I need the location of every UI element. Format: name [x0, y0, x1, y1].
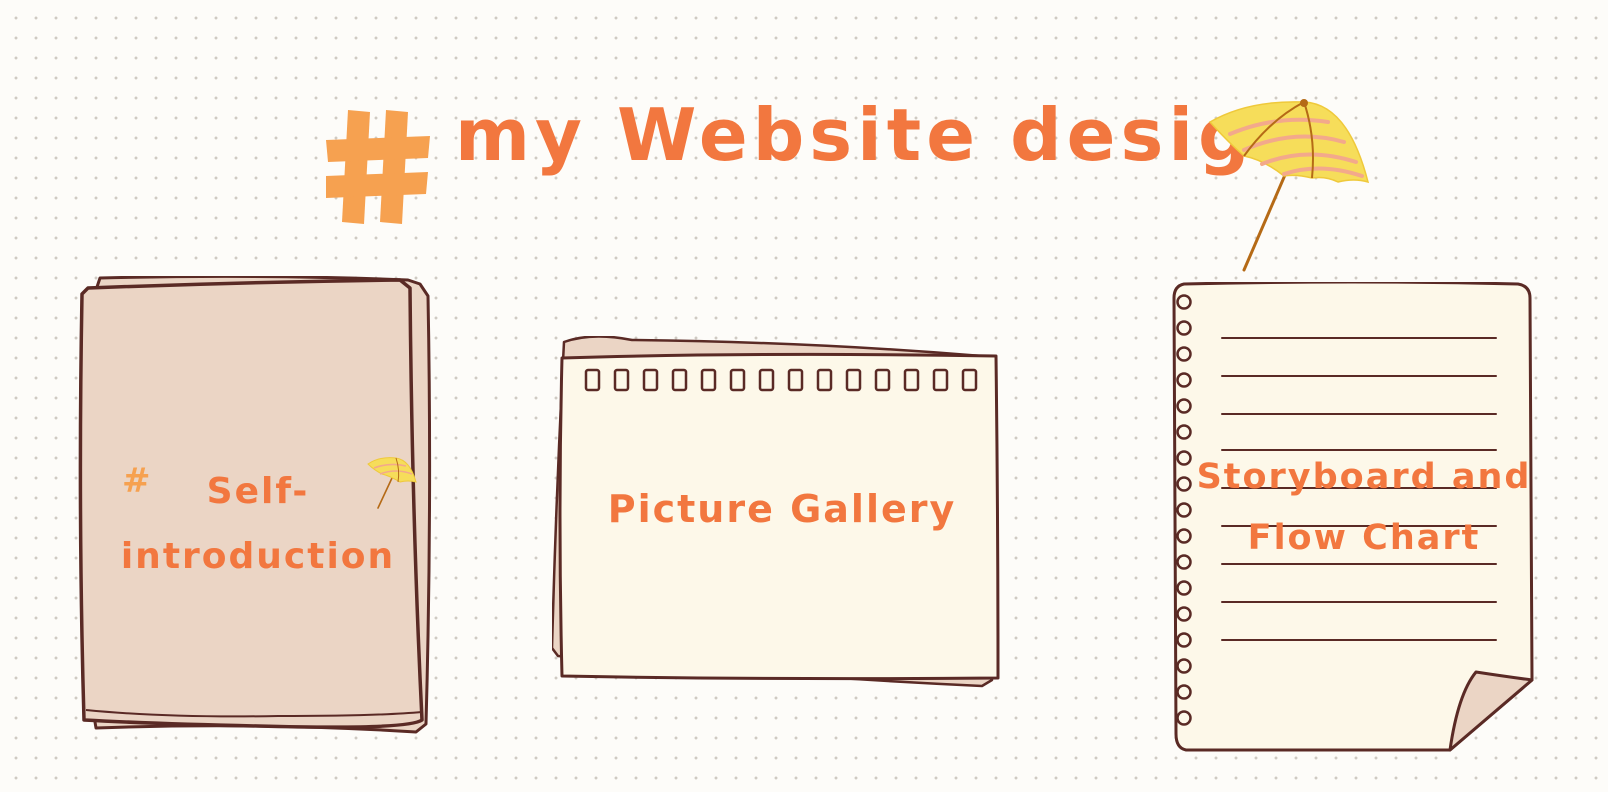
storyboard-label-line1: Storyboard and: [1196, 457, 1532, 497]
page-title: my Website design: [455, 93, 1311, 177]
picture-gallery-card[interactable]: Picture Gallery: [552, 336, 1018, 696]
picture-gallery-label: Picture Gallery: [607, 487, 957, 531]
self-introduction-card[interactable]: # Self- introduction: [78, 276, 450, 742]
self-introduction-label-line1: Self-: [206, 471, 310, 512]
self-introduction-label-line2: introduction: [120, 536, 396, 577]
storyboard-label-line2: Flow Chart: [1247, 518, 1481, 558]
storyboard-label: Storyboard and Flow Chart: [1194, 447, 1534, 569]
title-hash-icon: [326, 108, 430, 226]
umbrella-icon: [1208, 98, 1398, 280]
self-introduction-label: Self- introduction: [88, 459, 428, 589]
storyboard-card[interactable]: Storyboard and Flow Chart: [1172, 282, 1550, 752]
